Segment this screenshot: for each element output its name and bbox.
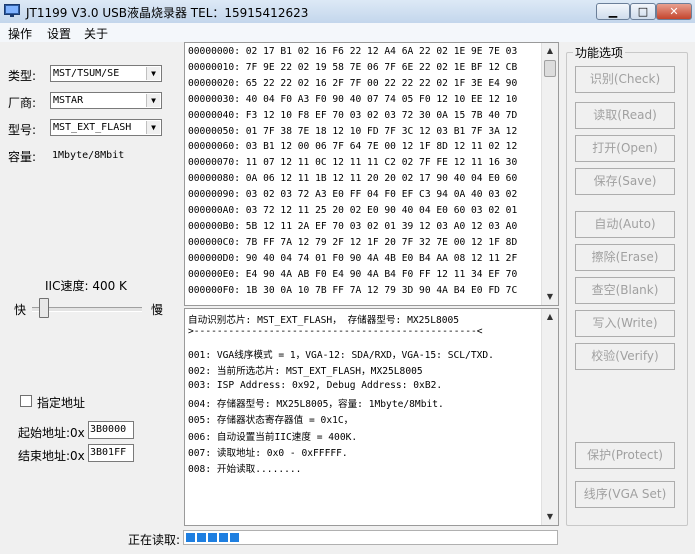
log-line: 007: 读取地址: 0x0 - 0xFFFFF. bbox=[188, 447, 348, 459]
maximize-icon: □ bbox=[637, 5, 649, 18]
menu-about[interactable]: 关于 bbox=[84, 25, 108, 42]
hex-view[interactable]: 00000000: 02 17 B1 02 16 F6 22 12 A4 6A … bbox=[184, 42, 559, 306]
hex-line: 00000050: 01 7F 38 7E 18 12 10 FD 7F 3C … bbox=[188, 125, 518, 137]
hex-line: 00000070: 11 07 12 11 0C 12 11 11 C2 02 … bbox=[188, 157, 518, 169]
app-icon bbox=[4, 4, 20, 17]
hex-line: 000000A0: 03 72 12 11 25 20 02 E0 90 40 … bbox=[188, 205, 518, 216]
progress-block bbox=[186, 533, 195, 542]
model-select[interactable]: MST_EXT_FLASH ▼ bbox=[50, 119, 162, 136]
hex-line: 00000080: 0A 06 12 11 1B 12 11 20 20 02 … bbox=[188, 173, 518, 185]
hex-line: 00000010: 7F 9E 22 02 19 58 7E 06 7F 6E … bbox=[188, 61, 518, 73]
verify-button[interactable]: 校验(Verify) bbox=[575, 343, 675, 370]
write-button[interactable]: 写入(Write) bbox=[575, 310, 675, 337]
minimize-button[interactable]: ▁ bbox=[596, 3, 630, 20]
blank-button[interactable]: 查空(Blank) bbox=[575, 277, 675, 304]
hex-line: 00000000: 02 17 B1 02 16 F6 22 12 A4 6A … bbox=[188, 46, 518, 57]
iic-speed-label: IIC速度: 400 K bbox=[45, 279, 127, 293]
progress-block bbox=[208, 533, 217, 542]
scroll-up-icon[interactable]: ▲ bbox=[542, 43, 558, 59]
fast-label: 快 bbox=[14, 303, 27, 317]
maker-label: 厂商: bbox=[8, 96, 37, 110]
open-button[interactable]: 打开(Open) bbox=[575, 135, 675, 162]
progress-bar bbox=[183, 530, 558, 545]
hex-line: 000000E0: E4 90 4A AB F0 E4 90 4A B4 F0 … bbox=[188, 268, 518, 280]
protect-button[interactable]: 保护(Protect) bbox=[575, 442, 675, 469]
scroll-down-icon[interactable]: ▼ bbox=[542, 509, 558, 525]
hex-line: 000000B0: 5B 12 11 2A EF 70 03 02 01 39 … bbox=[188, 220, 518, 232]
hex-line: 000000D0: 90 40 04 74 01 F0 90 4A 4B E0 … bbox=[188, 252, 518, 264]
vga-set-button[interactable]: 线序(VGA Set) bbox=[575, 481, 675, 508]
start-address-label: 起始地址:0x bbox=[18, 426, 85, 440]
specify-address-checkbox[interactable] bbox=[20, 395, 32, 407]
log-line: 005: 存储器状态寄存器值 = 0x1C， bbox=[188, 415, 354, 427]
progress-block bbox=[230, 533, 239, 542]
title-bar[interactable]: JT1199 V3.0 USB液晶烧录器 TEL：15915412623 ▁ □… bbox=[0, 0, 695, 23]
hex-line: 00000060: 03 B1 12 00 06 7F 64 7E 00 12 … bbox=[188, 141, 518, 153]
scroll-down-icon[interactable]: ▼ bbox=[542, 289, 558, 305]
minimize-icon: ▁ bbox=[608, 5, 618, 18]
menu-operate[interactable]: 操作 bbox=[8, 25, 32, 42]
progress-block bbox=[219, 533, 228, 542]
log-line: 001: VGA线序模式 = 1，VGA-12: SDA/RXD，VGA-15:… bbox=[188, 350, 494, 361]
hex-line: 00000090: 03 02 03 72 A3 E0 FF 04 F0 EF … bbox=[188, 189, 518, 201]
capacity-label: 容量: bbox=[8, 150, 37, 164]
type-value: MST/TSUM/SE bbox=[53, 68, 120, 79]
end-address-label: 结束地址:0x bbox=[18, 449, 85, 463]
log-line: >---------------------------------------… bbox=[188, 326, 483, 337]
hex-line: 00000040: F3 12 10 F8 EF 70 03 02 03 72 … bbox=[188, 109, 518, 121]
log-line: 006: 自动设置当前IIC速度 = 400K. bbox=[188, 431, 358, 443]
chevron-down-icon: ▼ bbox=[146, 94, 160, 107]
chevron-down-icon: ▼ bbox=[146, 67, 160, 80]
hex-line: 000000C0: 7B FF 7A 12 79 2F 12 1F 20 7F … bbox=[188, 236, 518, 248]
slow-label: 慢 bbox=[151, 303, 164, 317]
progress-block bbox=[197, 533, 206, 542]
log-line: 自动识别芯片: MST_EXT_FLASH， 存储器型号: MX25L8005 bbox=[188, 315, 460, 326]
maximize-button[interactable]: □ bbox=[630, 3, 656, 20]
iic-speed-slider-thumb[interactable] bbox=[39, 298, 49, 318]
close-button[interactable]: ✕ bbox=[656, 3, 692, 20]
chevron-down-icon: ▼ bbox=[146, 121, 160, 134]
model-value: MST_EXT_FLASH bbox=[53, 122, 132, 133]
hex-line: 00000020: 65 22 22 02 16 2F 7F 00 22 22 … bbox=[188, 77, 518, 89]
hex-scrollbar[interactable]: ▲ ▼ bbox=[541, 43, 558, 305]
scroll-up-icon[interactable]: ▲ bbox=[542, 309, 558, 325]
log-line: 003: ISP Address: 0x92, Debug Address: 0… bbox=[188, 379, 443, 391]
end-address-input[interactable]: 3B01FF bbox=[88, 444, 134, 462]
check-button[interactable]: 识别(Check) bbox=[575, 66, 675, 93]
log-line: 002: 当前所选芯片: MST_EXT_FLASH，MX25L8005 bbox=[188, 366, 423, 378]
maker-select[interactable]: MSTAR ▼ bbox=[50, 92, 162, 109]
close-icon: ✕ bbox=[669, 5, 679, 18]
window-title: JT1199 V3.0 USB液晶烧录器 TEL：15915412623 bbox=[26, 6, 309, 20]
log-line: 008: 开始读取........ bbox=[188, 464, 302, 476]
type-select[interactable]: MST/TSUM/SE ▼ bbox=[50, 65, 162, 82]
read-button[interactable]: 读取(Read) bbox=[575, 102, 675, 129]
save-button[interactable]: 保存(Save) bbox=[575, 168, 675, 195]
status-label: 正在读取: bbox=[128, 533, 181, 547]
maker-value: MSTAR bbox=[53, 95, 84, 106]
capacity-value: 1Mbyte/8Mbit bbox=[52, 150, 125, 161]
hex-line: 000000F0: 1B 30 0A 10 7B FF 7A 12 79 3D … bbox=[188, 284, 518, 296]
model-label: 型号: bbox=[8, 123, 37, 137]
erase-button[interactable]: 擦除(Erase) bbox=[575, 244, 675, 271]
function-group-title: 功能选项 bbox=[573, 44, 626, 61]
log-view[interactable]: 自动识别芯片: MST_EXT_FLASH， 存储器型号: MX25L8005 >… bbox=[184, 308, 559, 526]
specify-address-label: 指定地址 bbox=[37, 396, 86, 410]
type-label: 类型: bbox=[8, 69, 37, 83]
hex-line: 00000030: 40 04 F0 A3 F0 90 40 07 74 05 … bbox=[188, 93, 518, 105]
log-scrollbar[interactable]: ▲ ▼ bbox=[541, 309, 558, 525]
log-line: 004: 存储器型号: MX25L8005，容量: 1Mbyte/8Mbit. bbox=[188, 398, 444, 410]
menu-bar: 操作 设置 关于 bbox=[0, 23, 695, 43]
hex-scrollbar-thumb[interactable] bbox=[544, 60, 556, 77]
start-address-input[interactable]: 3B0000 bbox=[88, 421, 134, 439]
menu-settings[interactable]: 设置 bbox=[47, 25, 71, 42]
auto-button[interactable]: 自动(Auto) bbox=[575, 211, 675, 238]
